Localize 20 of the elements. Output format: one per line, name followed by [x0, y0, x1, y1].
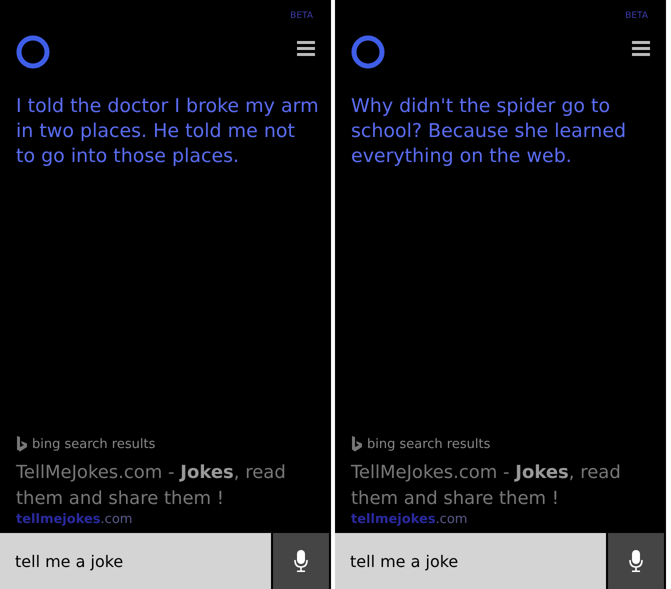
microphone-icon [629, 550, 643, 572]
ring-icon [15, 34, 51, 70]
result-title-link[interactable]: TellMeJokes.com - Jokes, read them and share them ! [16, 460, 321, 512]
beta-label: BETA [625, 11, 648, 23]
microphone-button[interactable] [608, 533, 664, 589]
joke-text: I told the doctor I broke my arm in two places. He told me not to go into those places. [16, 94, 319, 169]
microphone-button[interactable] [273, 533, 329, 589]
ring-icon [350, 34, 386, 70]
source-label: bing search results [367, 436, 490, 452]
microphone-icon [294, 550, 308, 572]
menu-icon[interactable] [297, 41, 315, 57]
query-field[interactable]: tell me a joke [335, 533, 606, 589]
b-logo-icon [16, 436, 28, 452]
result-title-link[interactable]: TellMeJokes.com - Jokes, read them and share them ! [351, 460, 656, 512]
beta-label: BETA [290, 11, 313, 23]
menu-icon[interactable] [632, 41, 650, 57]
joke-text: Why didn't the spider go to school? Because she learned everything on the web. [351, 94, 628, 169]
b-logo-icon [351, 436, 363, 452]
source-label: bing search results [32, 436, 156, 452]
query-field[interactable]: tell me a joke [0, 533, 271, 589]
